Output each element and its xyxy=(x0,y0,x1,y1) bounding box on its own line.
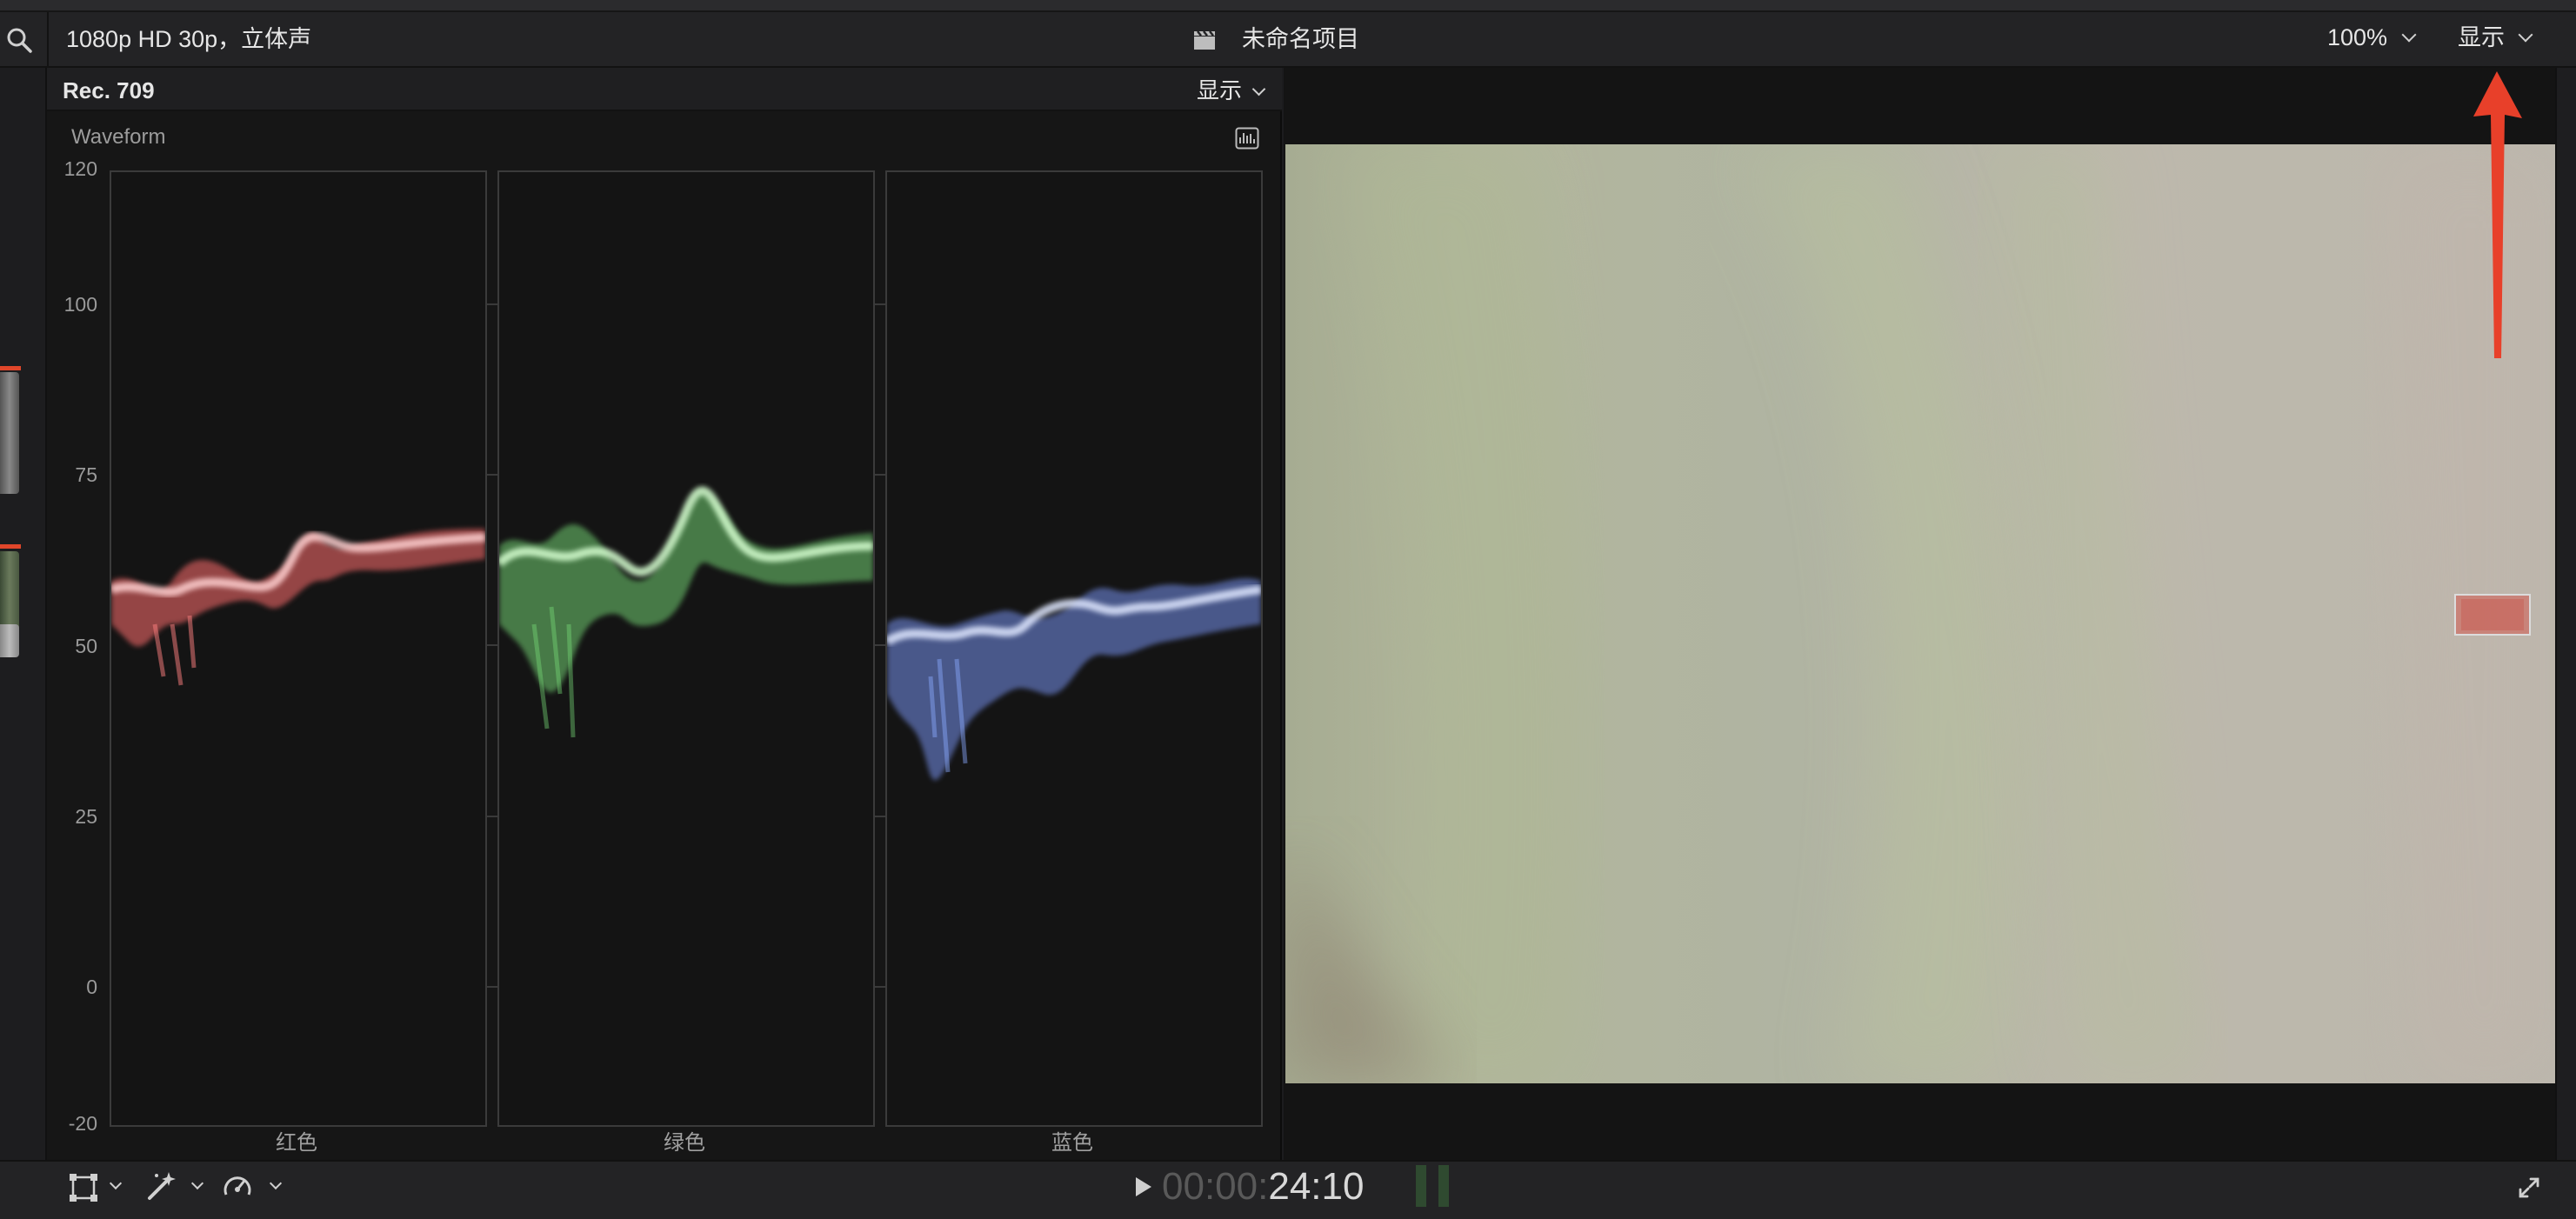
format-label: 1080p HD 30p，立体声 xyxy=(66,26,312,52)
y-tick-label: 100 xyxy=(63,293,97,316)
timecode[interactable]: 00:00:24:10 xyxy=(1162,1165,1364,1209)
scopes-view-dropdown[interactable]: 显示 xyxy=(1197,77,1275,106)
blue-channel-panel xyxy=(885,170,1263,1127)
timecode-bright: 24:10 xyxy=(1268,1165,1365,1208)
scopes-view-label: 显示 xyxy=(1197,77,1243,103)
view-dropdown[interactable]: 显示 xyxy=(2458,23,2545,55)
clip-thumbnail[interactable] xyxy=(0,624,19,657)
marker xyxy=(0,366,21,370)
red-channel-panel xyxy=(110,170,487,1127)
chevron-down-icon xyxy=(1252,82,1266,97)
annotation-arrow-icon xyxy=(2466,68,2527,367)
divider xyxy=(47,12,49,68)
waveform-settings-icon[interactable] xyxy=(1235,127,1259,150)
timecode-dim: 00:00: xyxy=(1162,1165,1269,1208)
marker xyxy=(0,544,21,549)
video-frame[interactable] xyxy=(1285,144,2555,1083)
view-label: 显示 xyxy=(2458,24,2505,50)
y-tick-label: 0 xyxy=(86,976,97,998)
onscreen-control-box[interactable] xyxy=(2454,594,2531,636)
scopes-header xyxy=(47,68,1282,111)
search-icon[interactable] xyxy=(5,26,33,54)
green-waveform-trace xyxy=(499,486,873,738)
chevron-down-icon xyxy=(2518,27,2533,43)
audio-meter-right xyxy=(1438,1165,1449,1207)
red-waveform-trace xyxy=(111,529,485,686)
colorspace-label: Rec. 709 xyxy=(63,77,155,103)
y-tick-label: 120 xyxy=(63,157,97,180)
left-gutter xyxy=(0,68,47,1160)
y-tick-label: 25 xyxy=(75,805,97,828)
magic-wand-icon[interactable] xyxy=(144,1170,177,1203)
y-tick-label: 50 xyxy=(75,635,97,657)
green-channel-panel xyxy=(497,170,875,1127)
y-tick-label: -20 xyxy=(68,1112,97,1135)
clapper-icon xyxy=(1191,26,1218,52)
channel-label-blue: 蓝色 xyxy=(1051,1131,1093,1155)
zoom-dropdown[interactable]: 100% xyxy=(2327,23,2423,55)
scope-type-label: Waveform xyxy=(71,125,166,149)
y-tick-label: 75 xyxy=(75,463,97,486)
channel-label-red: 红色 xyxy=(276,1131,317,1155)
right-gutter xyxy=(2555,68,2576,1160)
audio-meter-left xyxy=(1416,1165,1426,1207)
project-title[interactable]: 未命名项目 xyxy=(1242,25,1359,53)
fullscreen-icon[interactable] xyxy=(2517,1176,2541,1200)
chevron-down-icon xyxy=(2401,27,2417,43)
video-content xyxy=(1285,144,2555,1083)
top-strip xyxy=(0,0,2576,12)
blue-waveform-trace xyxy=(887,578,1261,781)
speed-icon[interactable] xyxy=(221,1170,254,1203)
zoom-value: 100% xyxy=(2327,24,2388,50)
channel-label-green: 绿色 xyxy=(664,1131,705,1155)
play-icon[interactable] xyxy=(1134,1176,1153,1198)
transform-icon[interactable] xyxy=(68,1172,99,1203)
clip-thumbnail[interactable] xyxy=(0,372,19,494)
